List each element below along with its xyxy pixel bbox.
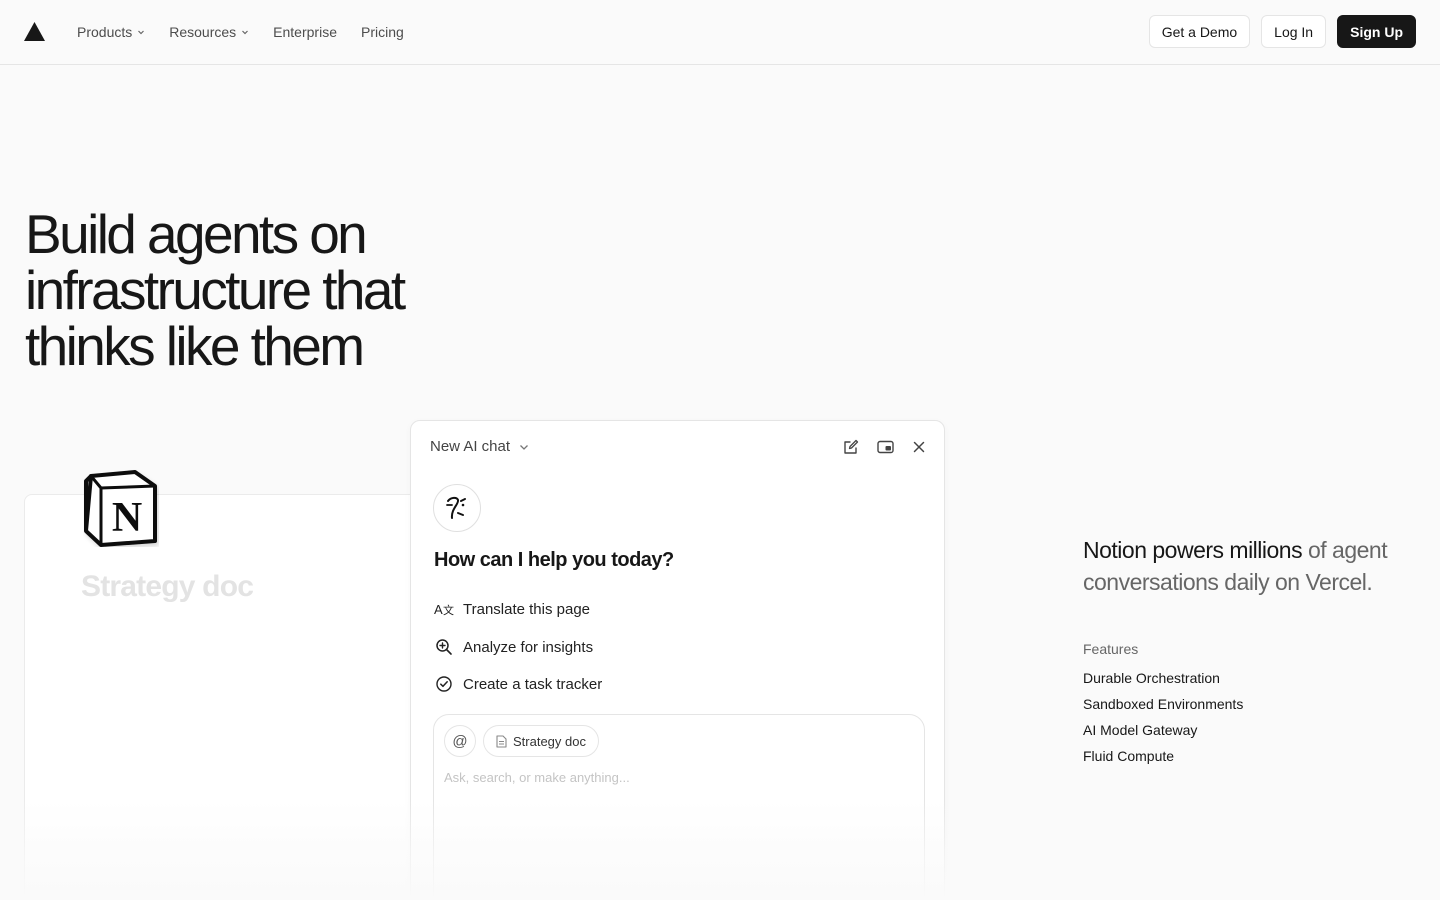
nav-resources-label: Resources (169, 24, 237, 40)
get-demo-button[interactable]: Get a Demo (1148, 15, 1251, 48)
check-circle-icon (434, 674, 454, 694)
main-nav: Products Resources Enterprise Pricing (77, 0, 428, 64)
feature-link[interactable]: Durable Orchestration (1083, 665, 1243, 691)
nav-pricing[interactable]: Pricing (361, 16, 404, 48)
nav-products-label: Products (77, 24, 133, 40)
translate-icon: A文 (434, 599, 454, 619)
vercel-logo-icon[interactable] (24, 22, 45, 41)
ai-avatar (433, 484, 481, 532)
context-chip-label: Strategy doc (513, 733, 586, 749)
chevron-down-icon (520, 444, 529, 450)
svg-text:文: 文 (443, 603, 454, 617)
header-actions: Get a Demo Log In Sign Up (1148, 15, 1416, 48)
hero-title-line-1: Build agents on (25, 203, 368, 265)
signup-button[interactable]: Sign Up (1337, 15, 1416, 48)
features-list: Features Durable Orchestration Sandboxed… (1083, 641, 1243, 769)
document-icon (496, 734, 507, 748)
svg-text:N: N (112, 495, 142, 541)
svg-text:A: A (434, 602, 443, 617)
features-label: Features (1083, 641, 1139, 657)
suggestion-label: Translate this page (463, 600, 591, 618)
feature-link[interactable]: Sandboxed Environments (1083, 691, 1243, 717)
notion-stat-text: Notion powers millions of agent conversa… (1083, 534, 1423, 598)
context-chip-strategy-doc[interactable]: Strategy doc (483, 725, 599, 757)
suggestion-translate[interactable]: A文 Translate this page (434, 599, 590, 619)
nav-enterprise[interactable]: Enterprise (273, 16, 337, 48)
notion-stat-strong: Notion powers millions (1083, 537, 1303, 563)
compose-icon[interactable] (842, 438, 860, 456)
chat-input[interactable] (444, 770, 914, 785)
chat-toolbar (842, 438, 928, 456)
feature-link[interactable]: AI Model Gateway (1083, 717, 1243, 743)
hero-title: Build agents on infrastructure that thin… (25, 206, 545, 374)
close-icon[interactable] (910, 438, 928, 456)
doc-card (24, 494, 444, 900)
hero-title-line-3: thinks like them (25, 315, 365, 377)
ai-chat-panel: New AI chat How can I help you today? A文… (410, 420, 945, 900)
nav-enterprise-label: Enterprise (273, 24, 337, 40)
suggestion-analyze[interactable]: Analyze for insights (434, 637, 593, 657)
nav-products[interactable]: Products (77, 16, 145, 48)
mention-button[interactable]: @ (444, 725, 476, 757)
notion-logo-icon: N (84, 470, 157, 547)
notion-ai-face-icon (446, 496, 466, 519)
chat-composer: @ Strategy doc (433, 714, 925, 900)
nav-pricing-label: Pricing (360, 24, 404, 40)
feature-link[interactable]: Fluid Compute (1083, 743, 1243, 769)
zoom-in-icon (434, 637, 454, 657)
login-button[interactable]: Log In (1261, 15, 1327, 48)
chat-title-dropdown[interactable]: New AI chat (430, 438, 530, 455)
hero-title-line-2: infrastructure that (25, 259, 406, 321)
chat-title: New AI chat (430, 438, 511, 455)
nav-resources[interactable]: Resources (169, 16, 249, 48)
site-header: Products Resources Enterprise Pricing Ge… (0, 0, 1440, 65)
doc-title: Strategy doc (81, 570, 254, 603)
chevron-down-icon (242, 30, 249, 35)
picture-in-picture-icon[interactable] (876, 438, 894, 456)
chevron-down-icon (138, 30, 145, 35)
suggestion-label: Create a task tracker (463, 675, 603, 693)
suggestion-label: Analyze for insights (463, 638, 594, 656)
chat-question: How can I help you today? (434, 549, 674, 571)
suggestion-task-tracker[interactable]: Create a task tracker (434, 674, 602, 694)
